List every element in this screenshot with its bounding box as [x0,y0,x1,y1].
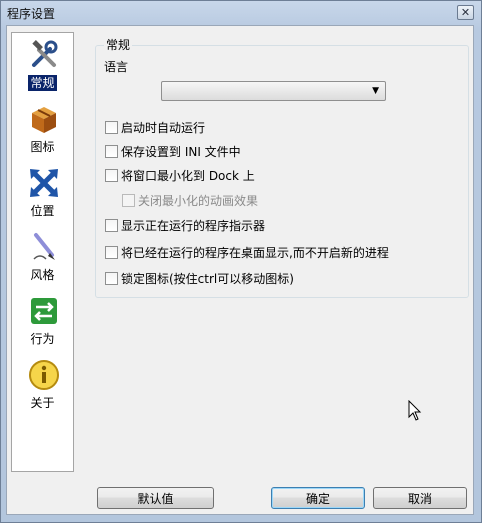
cancel-button[interactable]: 取消 [373,487,467,509]
sidebar-item-icons[interactable]: 图标 [12,99,73,159]
defaults-button[interactable]: 默认值 [97,487,214,509]
sidebar-item-label: 位置 [30,204,55,218]
checkbox-box[interactable] [105,272,118,285]
sidebar-item-label: 图标 [30,140,55,154]
minimize-to-dock-checkbox[interactable]: 将窗口最小化到 Dock 上 [105,167,255,184]
language-select[interactable]: ▼ [161,81,386,101]
close-button[interactable]: ✕ [457,5,474,20]
ok-button[interactable]: 确定 [271,487,365,509]
checkbox-box[interactable] [105,219,118,232]
checkbox-label: 保存设置到 INI 文件中 [121,145,241,159]
checkbox-box[interactable] [105,145,118,158]
checkbox-label: 将窗口最小化到 Dock 上 [121,169,255,183]
checkbox-box [122,194,135,207]
sidebar-item-behavior[interactable]: 行为 [12,291,73,351]
arrows-icon [30,169,58,197]
sidebar-item-label: 关于 [30,396,55,410]
checkbox-box[interactable] [105,169,118,182]
box-icon [32,107,56,133]
lock-icons-checkbox[interactable]: 锁定图标(按住ctrl可以移动图标) [105,270,294,287]
checkbox-label: 显示正在运行的程序指示器 [121,219,266,233]
window-title: 程序设置 [7,7,56,21]
checkbox-label: 锁定图标(按住ctrl可以移动图标) [121,272,294,286]
show-running-indicator-checkbox[interactable]: 显示正在运行的程序指示器 [105,217,265,234]
pen-icon [33,233,55,260]
language-label: 语言 [104,60,129,74]
group-title: 常规 [104,36,133,53]
chevron-down-icon: ▼ [372,86,379,96]
info-icon [29,360,59,390]
sidebar-item-label: 常规 [28,75,57,91]
autostart-checkbox[interactable]: 启动时自动运行 [105,119,205,136]
show-running-program-checkbox[interactable]: 将已经在运行的程序在桌面显示,而不开启新的进程 [105,244,389,261]
sidebar-item-about[interactable]: 关于 [12,355,73,415]
sidebar-item-general[interactable]: 常规 [12,35,73,95]
tools-icon [32,40,58,67]
exchange-icon [31,298,57,324]
disable-minimize-animation-checkbox: 关闭最小化的动画效果 [122,192,258,209]
title-bar[interactable]: 程序设置 ✕ [1,1,481,25]
mouse-cursor-icon [408,400,422,421]
close-icon: ✕ [460,6,471,19]
save-ini-checkbox[interactable]: 保存设置到 INI 文件中 [105,143,241,160]
sidebar-item-position[interactable]: 位置 [12,163,73,223]
category-sidebar: 常规 图标 位置 风格 行为 关于 [11,32,74,472]
checkbox-label: 关闭最小化的动画效果 [138,194,259,208]
sidebar-item-label: 风格 [30,268,55,282]
sidebar-item-label: 行为 [30,332,55,346]
checkbox-box[interactable] [105,246,118,259]
checkbox-label: 将已经在运行的程序在桌面显示,而不开启新的进程 [121,246,389,260]
sidebar-item-style[interactable]: 风格 [12,227,73,287]
checkbox-box[interactable] [105,121,118,134]
checkbox-label: 启动时自动运行 [121,121,206,135]
